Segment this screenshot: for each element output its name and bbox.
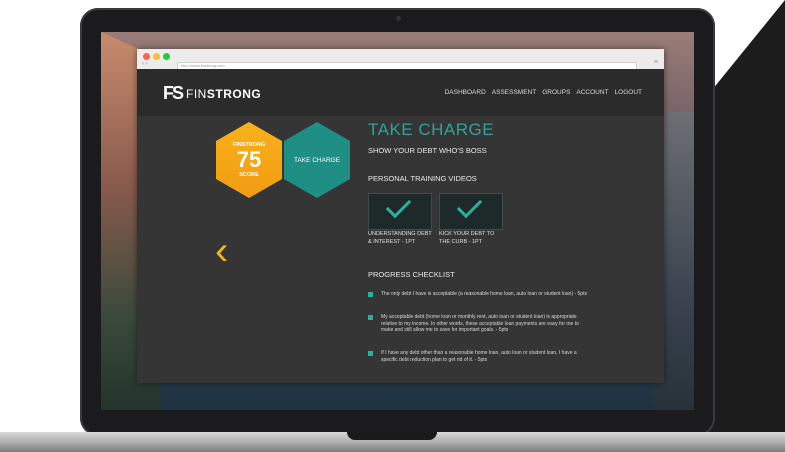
logo-text: FINSTRONG: [186, 86, 262, 101]
checkmark-icon: [385, 192, 412, 219]
app-header: FS FINSTRONG DASHBOARD ASSESSMENT GROUPS…: [137, 69, 664, 116]
browser-chrome: ‹ › http://www.finstrong.com ≡: [137, 49, 664, 70]
page-title: TAKE CHARGE: [368, 120, 495, 139]
minimize-window-icon[interactable]: [153, 53, 160, 60]
checklist-item-text: If I have any debt other than a reasonab…: [381, 350, 577, 363]
chevron-left-icon[interactable]: ‹: [215, 229, 228, 274]
back-forward-icon[interactable]: ‹ ›: [142, 61, 148, 67]
finstrong-score-hex[interactable]: FINSTRONG 75 SCORE: [216, 122, 282, 198]
close-window-icon[interactable]: [143, 53, 150, 60]
main-content: FINSTRONG 75 SCORE TAKE CHARGE ‹ TAKE CH…: [137, 116, 664, 383]
page-subtitle: SHOW YOUR DEBT WHO'S BOSS: [368, 146, 487, 155]
checklist-item: The only debt I have is acceptable (a re…: [368, 291, 588, 298]
checklist-item-text: My acceptable debt (home loan or monthly…: [381, 314, 579, 333]
nav-dashboard[interactable]: DASHBOARD: [445, 89, 486, 96]
checkbox-checked[interactable]: [368, 351, 373, 356]
laptop-notch: [347, 432, 437, 440]
take-charge-hex-label: TAKE CHARGE: [293, 156, 341, 164]
take-charge-hex[interactable]: TAKE CHARGE: [284, 122, 350, 198]
videos-heading: PERSONAL TRAINING VIDEOS: [368, 174, 477, 183]
maximize-window-icon[interactable]: [163, 53, 170, 60]
checkbox-checked[interactable]: [368, 315, 373, 320]
camera-icon: [395, 16, 401, 21]
nav-assessment[interactable]: ASSESSMENT: [492, 89, 536, 96]
checklist-item-text: The only debt I have is acceptable (a re…: [381, 291, 587, 297]
video-thumbnail-2[interactable]: [439, 192, 503, 230]
browser-window: ‹ › http://www.finstrong.com ≡ FS FINSTR…: [137, 49, 664, 383]
browser-menu-icon[interactable]: ≡: [654, 59, 658, 66]
logo-mark-icon: FS: [163, 83, 184, 103]
checklist-item: If I have any debt other than a reasonab…: [368, 350, 588, 363]
nav-groups[interactable]: GROUPS: [542, 89, 570, 96]
video-thumbnail-1[interactable]: [368, 192, 432, 230]
video-caption-2[interactable]: KICK YOUR DEBT TO THE CURB - 1PT: [439, 231, 503, 246]
checkbox-checked[interactable]: [368, 292, 373, 297]
checkmark-icon: [456, 192, 483, 219]
checklist-item: My acceptable debt (home loan or monthly…: [368, 314, 588, 334]
score-label-bottom: SCORE: [239, 172, 259, 178]
score-value: 75: [236, 147, 262, 172]
top-nav: DASHBOARD ASSESSMENT GROUPS ACCOUNT LOGO…: [445, 89, 642, 96]
finstrong-logo[interactable]: FS FINSTRONG: [163, 83, 261, 104]
progress-checklist-heading: PROGRESS CHECKLIST: [368, 270, 455, 279]
nav-logout[interactable]: LOGOUT: [615, 89, 642, 96]
video-caption-1[interactable]: UNDERSTANDING DEBT & INTEREST - 1PT: [368, 231, 432, 246]
nav-account[interactable]: ACCOUNT: [576, 89, 608, 96]
